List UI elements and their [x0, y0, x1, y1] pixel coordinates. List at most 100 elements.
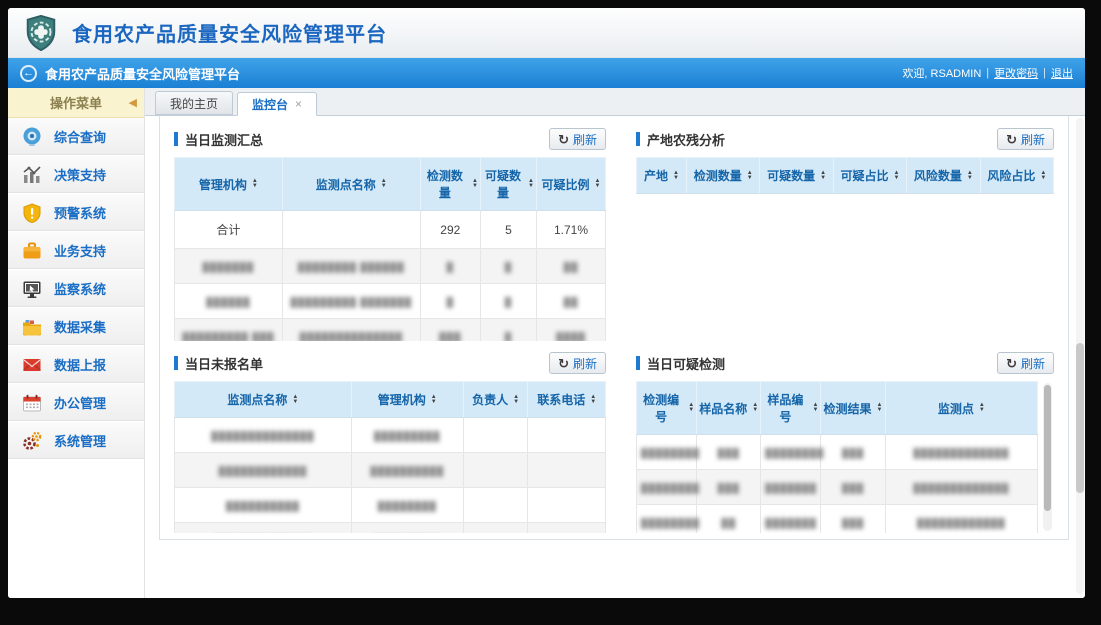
table-scrollbar-thumb[interactable] — [1044, 385, 1051, 511]
sort-icon[interactable]: ▲▼ — [747, 171, 753, 181]
table-row[interactable]: ███████████████ ██████████ — [175, 249, 606, 284]
table-cell: █████████████ — [175, 523, 352, 534]
column-header[interactable]: 检测结果▲▼ — [821, 382, 885, 435]
column-header[interactable]: 管理机构▲▼ — [351, 382, 463, 418]
column-header[interactable]: 检测数量 ▲▼ — [687, 158, 760, 194]
column-header[interactable]: 管理机构▲▼ — [175, 158, 283, 211]
column-header[interactable]: 负责人▲▼ — [463, 382, 528, 418]
sort-icon[interactable]: ▲▼ — [877, 403, 883, 413]
sort-icon[interactable]: ▲▼ — [688, 403, 694, 413]
column-header[interactable]: 检测数量 ▲▼ — [420, 158, 480, 211]
sort-icon[interactable]: ▲▼ — [812, 403, 818, 413]
refresh-label: 刷新 — [573, 355, 597, 372]
sidebar-item-warning-system[interactable]: 预警系统 — [8, 194, 144, 232]
sort-icon[interactable]: ▲▼ — [894, 171, 900, 181]
logout-link[interactable]: 退出 — [1051, 65, 1073, 81]
refresh-button[interactable]: ↻ 刷新 — [997, 352, 1054, 374]
column-header[interactable]: 可疑占比▲▼ — [833, 158, 906, 194]
table-row[interactable]: ████████████████████████████████ — [637, 505, 1038, 534]
close-tab-icon[interactable]: × — [295, 97, 302, 111]
sort-icon[interactable]: ▲▼ — [752, 403, 758, 413]
separator: | — [986, 67, 989, 79]
column-header[interactable]: 可疑比例▲▼ — [537, 158, 606, 211]
panel-daily-suspicious-tests: 当日可疑检测 ↻ 刷新 检测编号▲▼样品名称▲▼样品编号▲▼检测结果▲▼监测点▲… — [636, 350, 1054, 534]
column-header[interactable]: 可疑数量 ▲▼ — [480, 158, 536, 211]
column-header-label: 风险数量 — [914, 167, 962, 184]
sort-icon[interactable]: ▲▼ — [431, 395, 437, 405]
sort-icon[interactable]: ▲▼ — [528, 179, 534, 189]
page-scrollbar-thumb[interactable] — [1076, 343, 1084, 493]
sort-icon[interactable]: ▲▼ — [292, 395, 298, 405]
sidebar-item-data-reporting[interactable]: 数据上报 — [8, 346, 144, 384]
refresh-button[interactable]: ↻ 刷新 — [549, 128, 606, 150]
sort-icon[interactable]: ▲▼ — [820, 171, 826, 181]
refresh-icon: ↻ — [1006, 133, 1017, 146]
table-row[interactable]: █████████ █████████████████████████ — [175, 319, 606, 342]
sidebar-item-supervision-system[interactable]: 监察系统 — [8, 270, 144, 308]
column-header[interactable]: 样品名称▲▼ — [697, 382, 761, 435]
column-header-label: 检测数量 — [423, 167, 467, 201]
sort-icon[interactable]: ▲▼ — [979, 403, 985, 413]
tab-monitoring-console[interactable]: 监控台 × — [237, 92, 317, 116]
table-row[interactable]: ██████████████████████ — [175, 453, 606, 488]
sort-icon[interactable]: ▲▼ — [472, 179, 478, 189]
table-row[interactable]: ██████████████████████████████████ — [637, 470, 1038, 505]
table-header-row: 管理机构▲▼监测点名称▲▼检测数量▲▼可疑数量▲▼可疑比例▲▼ — [175, 158, 606, 211]
collapse-sidebar-icon[interactable]: ◀ — [129, 96, 137, 109]
table-row[interactable]: ██████████████████████ — [175, 523, 606, 534]
accent-bar — [636, 132, 640, 146]
table-cell: 合计 — [175, 211, 283, 249]
table-cell: ██████████████ — [175, 418, 352, 453]
column-header-label: 可疑数量 — [483, 167, 523, 201]
sidebar-item-comprehensive-query[interactable]: 综合查询 — [8, 118, 144, 156]
table-header-row: 检测编号▲▼样品名称▲▼样品编号▲▼检测结果▲▼监测点▲▼ — [637, 382, 1038, 435]
panel-header: 当日未报名单 ↻ 刷新 — [174, 350, 606, 376]
column-header[interactable]: 监测点▲▼ — [885, 382, 1037, 435]
change-password-link[interactable]: 更改密码 — [994, 65, 1038, 81]
tab-label: 监控台 — [252, 96, 288, 113]
column-header[interactable]: 监测点名称▲▼ — [175, 382, 352, 418]
refresh-label: 刷新 — [573, 131, 597, 148]
sort-icon[interactable]: ▲▼ — [673, 171, 679, 181]
table-cell: ████████████ — [175, 453, 352, 488]
sidebar-item-decision-support[interactable]: 决策支持 — [8, 156, 144, 194]
accent-bar — [174, 356, 178, 370]
sidebar-item-office-management[interactable]: 办公管理 — [8, 384, 144, 422]
refresh-button[interactable]: ↻ 刷新 — [997, 128, 1054, 150]
column-header[interactable]: 样品编号▲▼ — [761, 382, 821, 435]
sidebar-item-data-collection[interactable]: 数据采集 — [8, 308, 144, 346]
body-row: 操作菜单 ◀ 综合查询 决策支持 — [8, 88, 1085, 598]
sort-icon[interactable]: ▲▼ — [252, 179, 258, 189]
sort-icon[interactable]: ▲▼ — [967, 171, 973, 181]
column-header[interactable]: 产地▲▼ — [637, 158, 687, 194]
calendar-icon — [20, 391, 44, 415]
sidebar-item-system-management[interactable]: 系统管理 — [8, 422, 144, 460]
table-row[interactable]: ███████████████ ███████████ — [175, 284, 606, 319]
column-header-label: 检测数量 — [694, 167, 742, 184]
table-cell: 5 — [480, 211, 536, 249]
sidebar-item-business-support[interactable]: 业务支持 — [8, 232, 144, 270]
column-header[interactable]: 检测编号▲▼ — [637, 382, 697, 435]
sort-icon[interactable]: ▲▼ — [590, 395, 596, 405]
refresh-icon: ↻ — [558, 133, 569, 146]
table-cell: █ — [480, 249, 536, 284]
table-row[interactable]: 合计29251.71% — [175, 211, 606, 249]
sort-icon[interactable]: ▲▼ — [513, 395, 519, 405]
refresh-button[interactable]: ↻ 刷新 — [549, 352, 606, 374]
column-header[interactable]: 监测点名称▲▼ — [282, 158, 420, 211]
table-row[interactable]: ███████████████████████ — [175, 418, 606, 453]
sort-icon[interactable]: ▲▼ — [381, 179, 387, 189]
column-header[interactable]: 风险数量 ▲▼ — [907, 158, 980, 194]
sort-icon[interactable]: ▲▼ — [595, 179, 601, 189]
sort-icon[interactable]: ▲▼ — [1040, 171, 1046, 181]
column-header[interactable]: 可疑数量▲▼ — [760, 158, 833, 194]
back-icon[interactable]: ← — [20, 65, 37, 82]
table-row[interactable]: ███████████████████████████████████ — [637, 435, 1038, 470]
refresh-icon: ↻ — [558, 357, 569, 370]
tab-my-homepage[interactable]: 我的主页 — [155, 91, 233, 115]
main-content: 我的主页 监控台 × 当日监测汇总 ↻ 刷新 — [145, 88, 1085, 598]
table-row[interactable]: ██████████████████ — [175, 488, 606, 523]
column-header[interactable]: 风险占比▲▼ — [980, 158, 1053, 194]
column-header[interactable]: 联系电话▲▼ — [528, 382, 606, 418]
table-cell: ███████ — [175, 249, 283, 284]
